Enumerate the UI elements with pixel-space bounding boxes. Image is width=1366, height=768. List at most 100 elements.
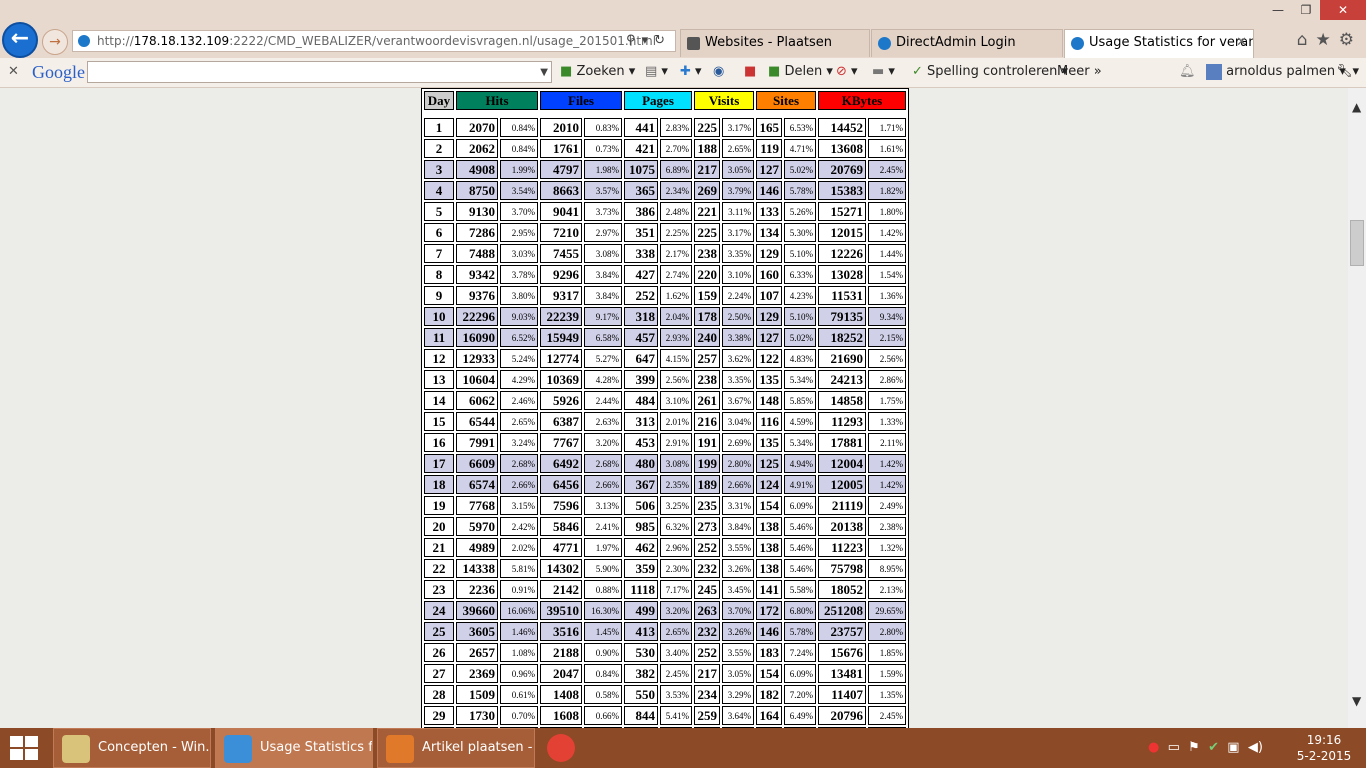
meer-button[interactable]: Meer » xyxy=(1057,58,1102,86)
table-row: 21 4989 2.02% 4771 1.97% 462 2.96% 252 3.55% 138 5… xyxy=(424,538,906,557)
spelling-button[interactable]: ✓ Spelling controleren ▾ xyxy=(912,58,1068,86)
visits-percent: 3.17% xyxy=(722,223,754,242)
hits-value: 2236 xyxy=(456,580,498,599)
table-row: 1 2070 0.84% 2010 0.83% 441 2.83% 225 3.17% 165 6.… xyxy=(424,118,906,137)
tab-websites[interactable]: Websites - Plaatsen xyxy=(680,29,870,57)
tab-directadmin[interactable]: DirectAdmin Login xyxy=(871,29,1063,57)
google-search-input[interactable]: ▼ xyxy=(87,61,552,83)
plus-button[interactable]: ✚ ▾ xyxy=(680,58,702,86)
maximize-button[interactable]: ❐ xyxy=(1292,0,1320,20)
close-toolbar-icon[interactable]: ✕ xyxy=(8,58,19,86)
taskbar-item-concepten[interactable]: Concepten - Win... xyxy=(53,728,211,768)
pages-value: 351 xyxy=(624,223,658,242)
kbytes-percent: 1.59% xyxy=(868,664,906,683)
files-value: 1761 xyxy=(540,139,582,158)
chevron-down-icon[interactable]: ▼ xyxy=(540,59,548,87)
home-icon[interactable]: ⌂ xyxy=(1297,30,1316,50)
gmail-button[interactable]: ■ xyxy=(744,58,756,86)
bell-icon[interactable]: 🔔︎ xyxy=(1179,58,1196,86)
back-button[interactable]: ← xyxy=(2,22,38,58)
header-visits: Visits xyxy=(694,91,754,110)
forward-button[interactable]: → xyxy=(42,29,68,55)
flag-icon[interactable]: ⚑ xyxy=(1188,740,1200,755)
sites-percent: 5.78% xyxy=(784,181,816,200)
minimize-button[interactable]: — xyxy=(1264,0,1292,20)
files-value: 15949 xyxy=(540,328,582,347)
pages-percent: 2.70% xyxy=(660,139,692,158)
folder-icon xyxy=(62,735,90,763)
sites-percent: 5.30% xyxy=(784,223,816,242)
pages-percent: 3.25% xyxy=(660,496,692,515)
taskbar-item-ie[interactable]: Usage Statistics fo... xyxy=(215,728,373,768)
table-row: 17 6609 2.68% 6492 2.68% 480 3.08% 199 2.80% 125 4… xyxy=(424,454,906,473)
taskbar-item-chrome[interactable] xyxy=(539,728,599,768)
table-row: 25 3605 1.46% 3516 1.45% 413 2.65% 232 3.26% 146 5… xyxy=(424,622,906,641)
kbytes-value: 11407 xyxy=(818,685,866,704)
autofill-button[interactable]: ▬ ▾ xyxy=(872,58,895,86)
day-cell: 20 xyxy=(424,517,454,536)
zoeken-button[interactable]: ■ Zoeken ▾ xyxy=(560,58,635,86)
system-clock[interactable]: 19:16 5-2-2015 xyxy=(1292,732,1356,764)
kbytes-value: 14452 xyxy=(818,118,866,137)
files-percent: 0.58% xyxy=(584,685,622,704)
gear-icon[interactable]: ⚙ xyxy=(1339,30,1362,50)
table-row: 29 1730 0.70% 1608 0.66% 844 5.41% 259 3.64% 164 6… xyxy=(424,706,906,725)
popup-blocker-button[interactable]: ⊘ ▾ xyxy=(836,58,858,86)
sites-value: 122 xyxy=(756,349,782,368)
kbytes-percent: 1.71% xyxy=(868,118,906,137)
visits-value: 178 xyxy=(694,307,720,326)
security-icon[interactable]: ✔ xyxy=(1208,740,1219,755)
tab-icon xyxy=(687,37,700,50)
pages-value: 421 xyxy=(624,139,658,158)
hits-percent: 6.52% xyxy=(500,328,538,347)
day-cell: 26 xyxy=(424,643,454,662)
visits-value: 269 xyxy=(694,181,720,200)
kbytes-value: 17881 xyxy=(818,433,866,452)
page-tools-button[interactable]: ▤ ▾ xyxy=(645,58,668,86)
search-icon[interactable]: ⚲ xyxy=(626,33,642,48)
sites-value: 138 xyxy=(756,517,782,536)
scrollbar-thumb[interactable] xyxy=(1350,220,1364,266)
visits-value: 191 xyxy=(694,433,720,452)
windows-start-button[interactable] xyxy=(10,736,38,760)
visits-value: 238 xyxy=(694,244,720,263)
vertical-scrollbar[interactable]: ▲ ▼ xyxy=(1348,88,1366,728)
network-icon[interactable]: ▣ xyxy=(1227,740,1239,755)
day-cell: 8 xyxy=(424,265,454,284)
files-value: 9317 xyxy=(540,286,582,305)
tray-app-icon[interactable]: ● xyxy=(1148,740,1159,755)
globe-button[interactable]: ◉ xyxy=(713,58,724,86)
hits-percent: 0.61% xyxy=(500,685,538,704)
share-icon: ■ xyxy=(768,64,781,79)
kbytes-percent: 1.42% xyxy=(868,454,906,473)
wrench-icon[interactable]: 🔧︎▾ xyxy=(1336,58,1359,86)
address-bar[interactable]: http://178.18.132.109:2222/CMD_WEBALIZER… xyxy=(72,30,676,52)
close-window-button[interactable]: ✕ xyxy=(1320,0,1366,20)
visits-value: 232 xyxy=(694,622,720,641)
hits-percent: 5.24% xyxy=(500,349,538,368)
refresh-icon[interactable]: ↻ xyxy=(654,33,671,48)
tab-usage-statistics[interactable]: Usage Statistics for verant... ✕ xyxy=(1064,29,1254,58)
kbytes-value: 12015 xyxy=(818,223,866,242)
favorites-icon[interactable]: ★ xyxy=(1316,30,1339,50)
table-row: 6 7286 2.95% 7210 2.97% 351 2.25% 225 3.17% 134 5.… xyxy=(424,223,906,242)
close-tab-icon[interactable]: ✕ xyxy=(1236,30,1247,56)
dropdown-icon[interactable]: ▾ xyxy=(642,33,655,48)
hits-percent: 3.15% xyxy=(500,496,538,515)
visits-value: 225 xyxy=(694,118,720,137)
visits-value: 252 xyxy=(694,538,720,557)
scroll-up-icon[interactable]: ▲ xyxy=(1352,100,1361,114)
kbytes-percent: 2.11% xyxy=(868,433,906,452)
sites-percent: 7.20% xyxy=(784,685,816,704)
sites-percent: 4.83% xyxy=(784,349,816,368)
volume-icon[interactable]: ◀︎) xyxy=(1248,740,1263,755)
delen-button[interactable]: ■ Delen ▾ xyxy=(768,58,833,86)
table-row: 18 6574 2.66% 6456 2.66% 367 2.35% 189 2.66% 124 4… xyxy=(424,475,906,494)
day-cell: 24 xyxy=(424,601,454,620)
files-value: 2010 xyxy=(540,118,582,137)
scroll-down-icon[interactable]: ▼ xyxy=(1352,694,1361,708)
files-value: 12774 xyxy=(540,349,582,368)
user-menu[interactable]: arnoldus palmen ▾ xyxy=(1206,58,1346,86)
taskbar-item-firefox[interactable]: Artikel plaatsen - ... xyxy=(377,728,535,768)
notification-icon[interactable]: ▭ xyxy=(1168,740,1180,755)
